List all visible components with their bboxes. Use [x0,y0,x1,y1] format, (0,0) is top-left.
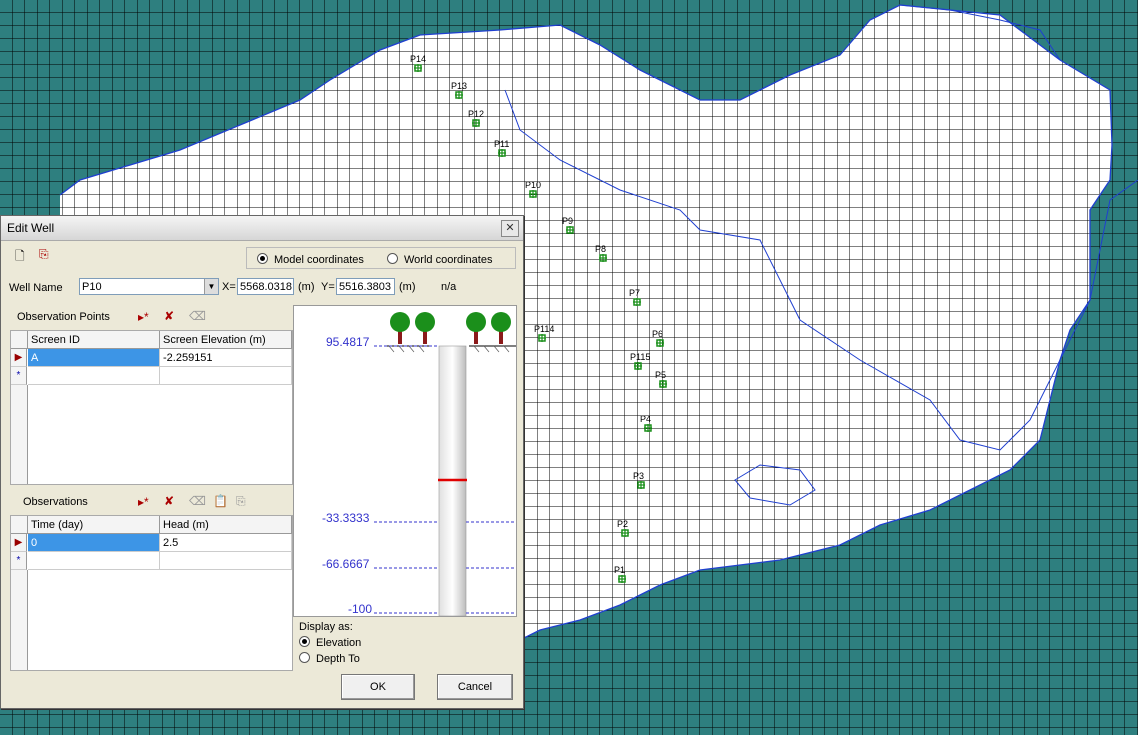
well-label: P3 [633,471,644,481]
row-header-corner [11,331,28,349]
new-row-marker: * [11,367,27,385]
well-label: P14 [410,54,426,64]
elevation-radio[interactable]: Elevation [299,636,361,649]
elev-label-1: -33.3333 [322,511,370,525]
current-row-marker: ▶ [11,349,27,367]
new-row-marker: * [11,552,27,570]
well-label: P12 [468,109,484,119]
well-profile-panel: 95.4817 -33.3333 -66.6667 -100 [293,305,517,617]
well-name-value: P10 [82,281,102,293]
model-coordinates-radio[interactable]: Model coordinates [257,253,364,266]
ok-button[interactable]: OK [341,674,415,700]
y-unit: (m) [399,281,416,293]
cell-screen-id[interactable]: A [28,349,160,367]
row-header-strip [11,570,28,670]
clear-icon[interactable]: ⌫ [189,309,206,323]
clear-observation-icon[interactable]: ⌫ [189,494,206,508]
well-name-combobox[interactable]: P10 ▼ [79,278,219,295]
edit-well-dialog: Edit Well ✕ 🗋 ⎘ Model coordinates World … [0,215,524,709]
observation-points-title: Observation Points [17,311,110,323]
add-observation-icon[interactable]: ▸* [138,495,149,509]
cancel-button[interactable]: Cancel [437,674,513,700]
display-as-label: Display as: [299,621,353,633]
well-label: P10 [525,180,541,190]
paste-icon[interactable]: 📋 [213,494,228,508]
well-name-label: Well Name [9,282,63,294]
cell-head[interactable]: 2.5 [160,534,292,552]
well-label: P11 [494,139,509,149]
tree-icon [491,312,511,344]
x-label: X= [222,281,236,293]
new-cell-screen-id[interactable] [28,367,160,385]
well-label: P13 [451,81,467,91]
depth-to-radio[interactable]: Depth To [299,652,360,665]
well-label: P115 [630,352,650,362]
new-cell-time[interactable] [28,552,160,570]
new-document-icon[interactable]: 🗋 [15,247,25,268]
na-text: n/a [441,281,457,293]
well-label: P114 [534,324,554,334]
delete-row-icon[interactable]: ✘ [164,309,174,323]
col-screen-id: Screen ID [28,331,160,349]
well-label: P8 [595,244,606,254]
observations-title: Observations [23,496,88,508]
observation-points-table: Screen ID Screen Elevation (m) ▶ A -2.25… [10,330,293,485]
row-header-corner [11,516,28,534]
observations-table: Time (day) Head (m) ▶ 0 2.5 * [10,515,293,671]
y-coordinate-field[interactable]: 5516.3803 [336,278,395,295]
copy-icon[interactable]: ⎘ [236,494,246,509]
close-icon[interactable]: ✕ [501,220,519,237]
well-label: P2 [617,519,628,529]
dialog-title: Edit Well [7,221,55,235]
delete-observation-icon[interactable]: ✘ [164,494,174,508]
world-coordinates-radio[interactable]: World coordinates [387,253,492,266]
x-unit: (m) [298,281,315,293]
tree-icon [415,312,435,344]
x-coordinate-field[interactable]: 5568.0318 [237,278,294,295]
row-header-strip [11,385,28,484]
well-label: P9 [562,216,573,226]
tree-icon [466,312,486,344]
well-label: P1 [614,565,625,575]
chevron-down-icon[interactable]: ▼ [204,279,218,294]
col-head: Head (m) [160,516,292,534]
well-label: P5 [655,370,666,380]
well-label: P4 [640,414,651,424]
new-cell-screen-elevation[interactable] [160,367,292,385]
import-icon[interactable]: ⎘ [39,247,49,262]
elev-label-2: -66.6667 [322,557,370,571]
cell-time[interactable]: 0 [28,534,160,552]
new-cell-head[interactable] [160,552,292,570]
current-row-marker: ▶ [11,534,27,552]
coordinate-group: Model coordinates World coordinates [246,247,516,269]
cell-screen-elevation[interactable]: -2.259151 [160,349,292,367]
elev-label-top: 95.4817 [326,335,370,349]
col-screen-elevation: Screen Elevation (m) [160,331,292,349]
add-row-icon[interactable]: ▸* [138,310,149,324]
tree-icon [390,312,410,344]
well-label: P6 [652,329,663,339]
well-label: P7 [629,288,640,298]
elev-label-3: -100 [348,602,373,616]
col-time: Time (day) [28,516,160,534]
y-label: Y= [321,281,335,293]
dialog-titlebar[interactable]: Edit Well ✕ [1,216,523,241]
